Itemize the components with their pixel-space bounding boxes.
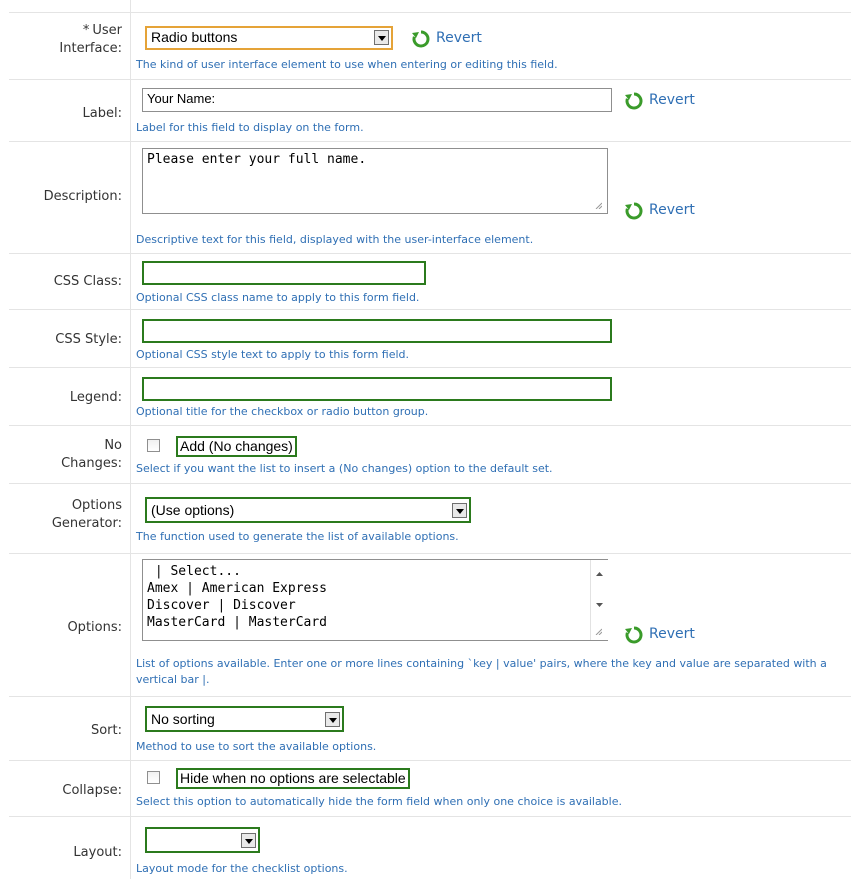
user-interface-select[interactable]: Radio buttons xyxy=(145,26,393,50)
revert-icon xyxy=(625,92,643,110)
legend-label: Legend: xyxy=(69,390,122,405)
description-help: Descriptive text for this field, display… xyxy=(136,233,534,246)
sort-label: Sort: xyxy=(90,723,122,738)
css-style-help: Optional CSS style text to apply to this… xyxy=(136,348,410,361)
label-label: Label: xyxy=(82,106,122,121)
collapse-checkbox-label[interactable]: Hide when no options are selectable xyxy=(176,768,410,789)
css-style-input[interactable] xyxy=(142,319,612,343)
layout-label: Layout: xyxy=(73,845,122,860)
revert-icon xyxy=(625,626,643,644)
revert-label-button[interactable]: Revert xyxy=(624,91,714,111)
no-changes-checkbox[interactable] xyxy=(147,439,160,452)
revert-options-button[interactable]: Revert xyxy=(624,625,714,645)
css-class-label: CSS Class: xyxy=(53,274,122,289)
layout-select[interactable] xyxy=(145,827,260,853)
legend-help: Optional title for the checkbox or radio… xyxy=(136,405,429,418)
label-help: Label for this field to display on the f… xyxy=(136,121,364,134)
no-changes-help: Select if you want the list to insert a … xyxy=(136,462,553,475)
options-generator-select[interactable]: (Use options) xyxy=(145,497,471,523)
field-settings-form: * User Interface: Radio buttons Revert Th… xyxy=(0,0,851,879)
user-interface-label: * User Interface: xyxy=(59,23,122,56)
options-label: Options: xyxy=(67,620,122,635)
revert-icon xyxy=(625,202,643,220)
collapse-label: Collapse: xyxy=(62,783,122,798)
no-changes-label: No Changes: xyxy=(61,438,122,471)
resize-grip-icon[interactable] xyxy=(594,201,602,209)
options-generator-label: Options Generator: xyxy=(51,498,122,531)
collapse-checkbox[interactable] xyxy=(147,771,160,784)
layout-help: Layout mode for the checklist options. xyxy=(136,862,348,875)
revert-user-interface-button[interactable]: Revert xyxy=(411,29,501,49)
chevron-down-icon xyxy=(241,833,256,848)
sort-select[interactable]: No sorting xyxy=(145,706,344,732)
options-help: List of options available. Enter one or … xyxy=(136,657,827,686)
collapse-help: Select this option to automatically hide… xyxy=(136,795,622,808)
css-style-label: CSS Style: xyxy=(55,332,122,347)
css-class-help: Optional CSS class name to apply to this… xyxy=(136,291,420,304)
revert-icon xyxy=(412,30,430,48)
user-interface-help: The kind of user interface element to us… xyxy=(136,58,558,71)
description-textarea[interactable]: Please enter your full name. xyxy=(142,148,608,214)
chevron-down-icon xyxy=(452,503,467,518)
css-class-input[interactable] xyxy=(142,261,426,285)
required-asterisk: * xyxy=(82,23,90,38)
label-input[interactable]: Your Name: xyxy=(142,88,612,112)
resize-grip-icon[interactable] xyxy=(594,627,602,635)
revert-description-button[interactable]: Revert xyxy=(624,201,714,221)
no-changes-checkbox-label[interactable]: Add (No changes) xyxy=(176,436,297,457)
chevron-down-icon xyxy=(325,712,340,727)
description-label: Description: xyxy=(43,189,122,204)
legend-input[interactable] xyxy=(142,377,612,401)
options-generator-help: The function used to generate the list o… xyxy=(136,530,459,543)
chevron-down-icon xyxy=(374,30,389,45)
sort-help: Method to use to sort the available opti… xyxy=(136,740,377,753)
options-textarea[interactable]: | Select... Amex | American Express Disc… xyxy=(142,559,608,641)
